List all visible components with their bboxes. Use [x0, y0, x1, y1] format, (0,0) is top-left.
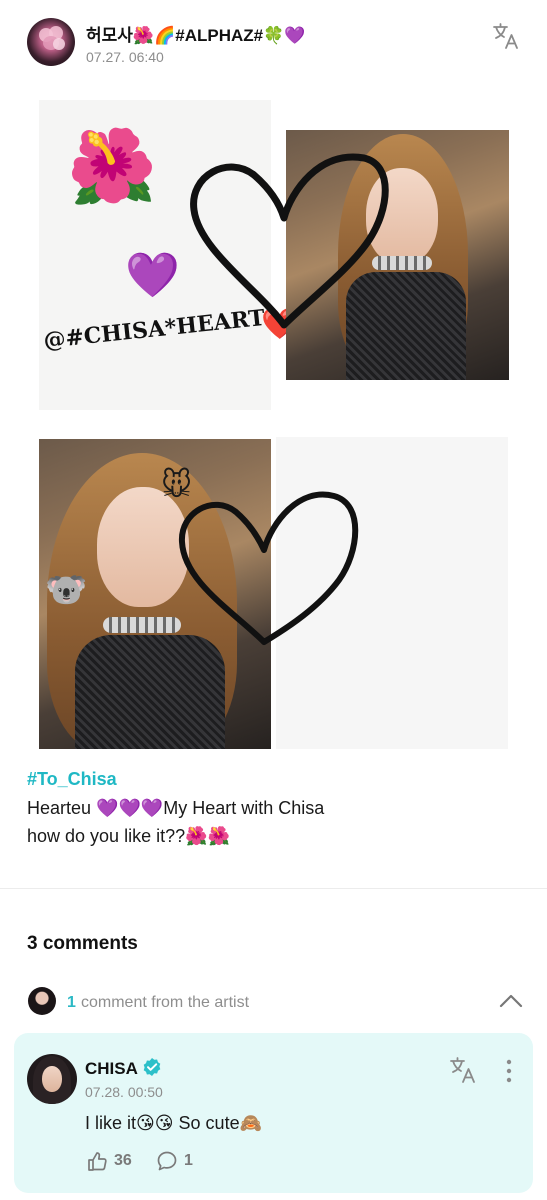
artist-mini-avatar: [28, 987, 56, 1015]
artist-comment-count: 1: [67, 994, 76, 1011]
author-avatar[interactable]: [27, 18, 75, 66]
comment-reply-button[interactable]: 1: [156, 1150, 200, 1172]
section-divider: [0, 888, 547, 889]
reply-icon: [157, 1151, 177, 1171]
like-icon: [88, 1152, 107, 1171]
artist-comment-card: CHISA 07.28. 00:50 I like it😘😘 So cute🙈 …: [14, 1033, 533, 1193]
comment-like-count: 36: [114, 1152, 132, 1169]
post-timestamp: 07.27. 06:40: [86, 49, 164, 65]
translate-icon[interactable]: [448, 1055, 478, 1085]
comment-timestamp: 07.28. 00:50: [85, 1084, 163, 1100]
post-body-line-2: how do you like it??🌺🌺: [27, 826, 230, 846]
comment-author-name[interactable]: CHISA: [85, 1059, 138, 1079]
post-header: 허모사🌺🌈#ALPHAZ#🍀💜 07.27. 06:40: [0, 0, 547, 80]
hibiscus-sticker: 🌺: [67, 124, 157, 208]
verified-badge-icon: [142, 1057, 162, 1077]
more-options-icon[interactable]: [501, 1058, 517, 1084]
post-hashtag[interactable]: #To_Chisa: [27, 769, 117, 790]
drawn-heart-top: [190, 153, 389, 329]
comment-reply-count: 1: [184, 1152, 193, 1169]
artist-comment-toggle[interactable]: 1 comment from the artist: [0, 983, 547, 1023]
purple-heart-sticker: 💜: [125, 250, 180, 301]
post-body-line-1: Hearteu 💜💜💜My Heart with Chisa: [27, 798, 325, 818]
translate-icon[interactable]: [491, 21, 521, 51]
comment-author-avatar[interactable]: [27, 1054, 77, 1104]
post-image-top[interactable]: 🌺 💜 @#CHISA*HEART ❤️#: [39, 100, 509, 412]
author-name[interactable]: 허모사🌺🌈#ALPHAZ#🍀💜: [86, 21, 305, 46]
post-image-bottom[interactable]: 🐨 🐭: [39, 437, 509, 750]
artist-comment-label: comment from the artist: [81, 994, 250, 1011]
koala-sticker: 🐨: [45, 570, 88, 610]
drawn-heart-bottom: [178, 491, 359, 645]
chevron-up-icon[interactable]: [498, 991, 524, 1011]
comments-count: 3 comments: [27, 933, 138, 954]
comment-text: I like it😘😘 So cute🙈: [85, 1113, 262, 1133]
comment-like-button[interactable]: 36: [86, 1150, 146, 1172]
